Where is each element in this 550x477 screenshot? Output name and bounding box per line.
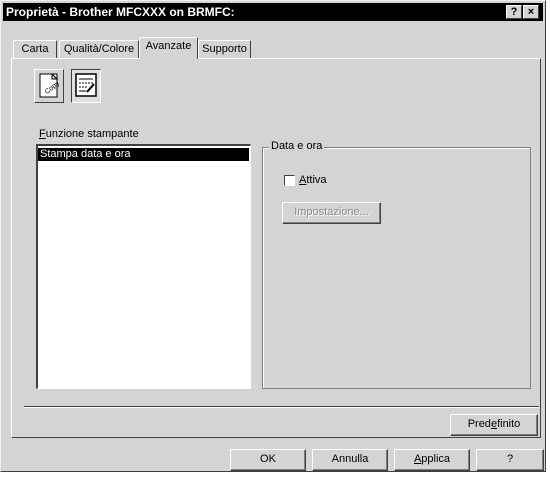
list-item-stampa-data-ora[interactable]: Stampa data e ora [38,148,249,161]
cancel-button[interactable]: Annulla [312,449,388,471]
functions-listbox[interactable]: Stampa data e ora [36,144,251,389]
enable-checkbox[interactable] [284,175,295,186]
close-button[interactable]: × [523,5,539,19]
settings-button[interactable]: Impostazione... [282,202,381,224]
tab-qualita-colore[interactable]: Qualità/Colore [59,40,139,59]
tab-supporto[interactable]: Supporto [198,40,251,59]
help-button[interactable]: ? [476,449,544,471]
help-titlebar-button[interactable]: ? [506,5,522,19]
functions-label: Funzione stampante [39,128,139,140]
panel-separator [24,406,539,408]
properties-dialog: Proprietà - Brother MFCXXX on BRMFC: ? ×… [0,0,546,472]
print-settings-icon [75,73,97,97]
ok-button[interactable]: OK [230,449,306,471]
copy-icon: Copy [39,73,61,98]
copy-mode-button[interactable]: Copy [34,69,64,103]
default-button[interactable]: Predefinito [450,414,538,436]
print-settings-mode-button[interactable] [71,69,101,103]
date-time-group-title: Data e ora [269,140,325,152]
enable-checkbox-label[interactable]: Attiva [299,174,327,186]
tab-avanzate[interactable]: Avanzate [139,37,198,59]
apply-button[interactable]: Applica [394,449,470,471]
title-bar[interactable]: Proprietà - Brother MFCXXX on BRMFC: ? × [3,3,543,21]
tab-carta[interactable]: Carta [13,40,57,59]
window-title: Proprietà - Brother MFCXXX on BRMFC: [6,5,235,19]
